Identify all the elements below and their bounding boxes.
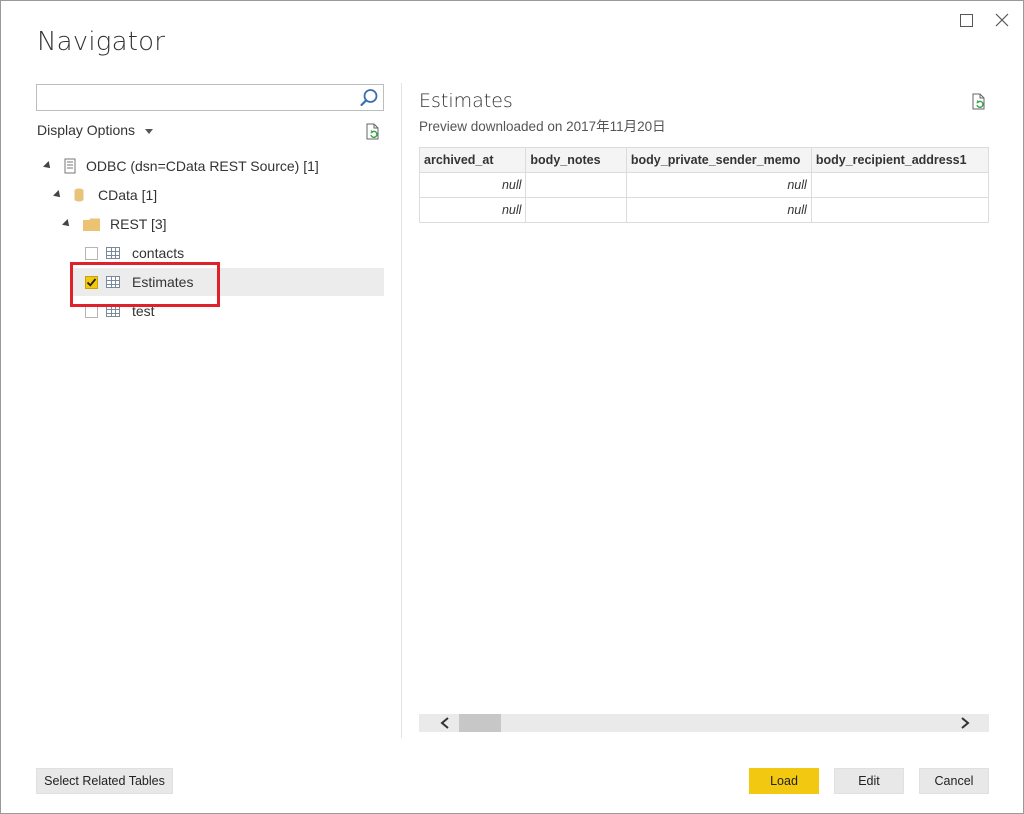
display-options-dropdown[interactable]: Display Options — [37, 122, 154, 138]
tree-node-label: test — [132, 303, 155, 319]
table-row: null null — [419, 172, 989, 198]
tree-node-rest[interactable]: REST [3] — [62, 210, 167, 238]
edit-button[interactable]: Edit — [834, 768, 904, 794]
tree-node-label: Estimates — [132, 274, 194, 290]
table-cell: null — [625, 197, 812, 223]
display-options-label: Display Options — [37, 122, 136, 138]
expand-triangle-icon[interactable] — [53, 190, 63, 200]
table-row: null null — [419, 197, 989, 223]
checkbox[interactable] — [85, 304, 98, 318]
table-cell: null — [625, 172, 812, 198]
preview-title: Estimates — [419, 90, 513, 112]
select-related-tables-button[interactable]: Select Related Tables — [36, 768, 173, 794]
preview-table: archived_at body_notes body_private_send… — [419, 147, 989, 223]
tree-node-odbc[interactable]: ODBC (dsn=CData REST Source) [1] — [43, 152, 319, 180]
load-button[interactable]: Load — [749, 768, 819, 794]
tree-node-test[interactable]: test — [85, 297, 155, 325]
refresh-icon[interactable] — [969, 92, 989, 112]
odbc-server-icon — [64, 158, 76, 174]
preview-table-container: archived_at body_notes body_private_send… — [419, 147, 989, 223]
scroll-right-icon[interactable] — [955, 716, 975, 730]
table-cell — [810, 172, 989, 198]
checkbox-checked[interactable] — [85, 275, 98, 289]
navigator-window: Navigator Display Options ODBC (dsn=CDat… — [0, 0, 1024, 814]
tree-node-label: REST [3] — [110, 216, 167, 232]
search-box — [36, 84, 384, 111]
horizontal-scrollbar[interactable] — [419, 714, 989, 732]
folder-icon — [83, 218, 100, 231]
tree-node-label: CData [1] — [98, 187, 158, 203]
refresh-icon[interactable] — [363, 122, 383, 142]
table-header-row: archived_at body_notes body_private_send… — [419, 147, 989, 173]
expand-triangle-icon[interactable] — [43, 161, 53, 171]
table-icon — [106, 305, 120, 317]
close-icon[interactable] — [991, 9, 1013, 31]
table-icon — [106, 276, 120, 288]
tree-node-label: ODBC (dsn=CData REST Source) [1] — [86, 158, 319, 174]
tree-node-contacts[interactable]: contacts — [85, 239, 184, 267]
window-title: Navigator — [37, 27, 166, 57]
column-header[interactable]: archived_at — [419, 147, 527, 173]
tree-node-label: contacts — [132, 245, 185, 261]
pane-divider — [401, 83, 402, 738]
cancel-button[interactable]: Cancel — [919, 768, 989, 794]
column-header[interactable]: body_private_sender_memo — [625, 147, 812, 173]
table-cell: null — [419, 197, 527, 223]
window-controls — [955, 9, 1013, 31]
search-input[interactable] — [37, 85, 357, 110]
tree-node-cdata[interactable]: CData [1] — [53, 181, 158, 209]
column-header[interactable]: body_recipient_address1 — [810, 147, 989, 173]
tree-node-estimates[interactable]: Estimates — [71, 268, 384, 296]
table-cell: null — [419, 172, 527, 198]
maximize-icon[interactable] — [955, 9, 977, 31]
column-header[interactable]: body_notes — [525, 147, 627, 173]
scroll-left-icon[interactable] — [435, 716, 455, 730]
table-icon — [106, 247, 120, 259]
table-cell — [525, 172, 627, 198]
table-cell — [525, 197, 627, 223]
preview-subtitle: Preview downloaded on 2017年11月20日 — [419, 119, 666, 134]
chevron-down-icon — [145, 128, 154, 134]
checkmark-icon — [86, 277, 97, 287]
table-cell — [810, 197, 989, 223]
expand-triangle-icon[interactable] — [62, 219, 72, 229]
search-icon[interactable] — [359, 88, 379, 108]
database-icon — [74, 188, 84, 202]
scrollbar-thumb[interactable] — [459, 714, 501, 732]
checkbox[interactable] — [85, 246, 98, 260]
